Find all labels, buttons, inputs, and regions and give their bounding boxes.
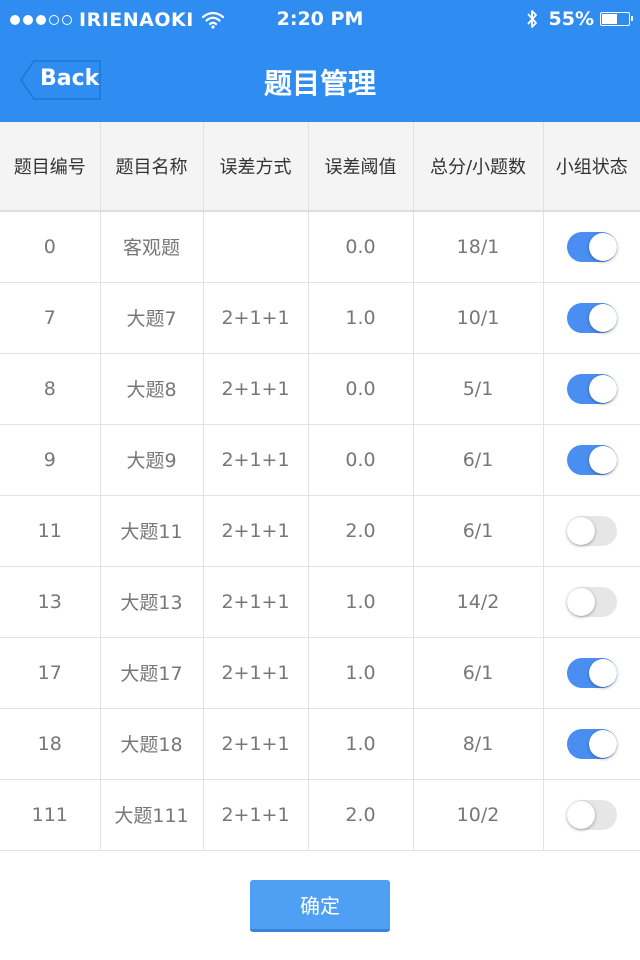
table-row: 18 大题18 2+1+1 1.0 8/1 — [0, 708, 640, 780]
cell-score-count: 10/2 — [413, 779, 544, 851]
cell-error-threshold: 1.0 — [308, 566, 414, 638]
table-row: 7 大题7 2+1+1 1.0 10/1 — [0, 282, 640, 354]
toggle-knob — [566, 800, 595, 829]
cell-group-status — [543, 637, 640, 709]
cell-score-count: 6/1 — [413, 424, 544, 496]
cell-question-name: 客观题 — [100, 211, 204, 283]
toggle-knob — [588, 374, 617, 403]
cell-group-status — [543, 424, 640, 496]
group-status-toggle[interactable] — [566, 302, 617, 333]
cell-question-name: 大题9 — [100, 424, 204, 496]
toggle-knob — [588, 658, 617, 687]
table-row: 0 客观题 0.0 18/1 — [0, 211, 640, 283]
cell-error-threshold: 1.0 — [308, 708, 414, 780]
cell-question-id: 13 — [0, 566, 101, 638]
table-row: 13 大题13 2+1+1 1.0 14/2 — [0, 566, 640, 638]
cell-error-threshold: 0.0 — [308, 353, 414, 425]
cell-error-threshold: 0.0 — [308, 424, 414, 496]
header-question-name: 题目名称 — [100, 122, 204, 212]
cell-score-count: 6/1 — [413, 637, 544, 709]
toggle-knob — [588, 729, 617, 758]
cell-error-mode: 2+1+1 — [203, 353, 309, 425]
cell-group-status — [543, 353, 640, 425]
cell-error-threshold: 2.0 — [308, 495, 414, 567]
cell-question-id: 0 — [0, 211, 101, 283]
battery-percent: 55% — [548, 8, 594, 30]
cell-question-name: 大题8 — [100, 353, 204, 425]
question-table: 题目编号 题目名称 误差方式 误差阈值 总分/小题数 小组状态 0 客观题 0.0 1… — [0, 122, 640, 851]
bluetooth-icon — [526, 10, 537, 28]
table-header-row: 题目编号 题目名称 误差方式 误差阈值 总分/小题数 小组状态 — [0, 122, 640, 212]
cell-error-mode: 2+1+1 — [203, 282, 309, 354]
battery-group: 55% — [525, 8, 633, 30]
cell-group-status — [543, 282, 640, 354]
cell-question-id: 7 — [0, 282, 101, 354]
cell-error-mode: 2+1+1 — [203, 779, 309, 851]
group-status-toggle[interactable] — [566, 444, 617, 475]
table-row: 8 大题8 2+1+1 0.0 5/1 — [0, 353, 640, 425]
battery-icon — [600, 12, 633, 26]
cell-question-id: 111 — [0, 779, 101, 851]
cell-question-name: 大题7 — [100, 282, 204, 354]
group-status-toggle[interactable] — [566, 657, 617, 688]
cell-group-status — [543, 566, 640, 638]
status-bar: IRIENAOKI 2:20 PM 55% — [0, 0, 640, 40]
cell-question-id: 8 — [0, 353, 101, 425]
cell-score-count: 10/1 — [413, 282, 544, 354]
header-group-status: 小组状态 — [543, 122, 640, 212]
cell-question-id: 17 — [0, 637, 101, 709]
cell-error-mode: 2+1+1 — [203, 566, 309, 638]
cell-error-threshold: 0.0 — [308, 211, 414, 283]
confirm-button[interactable]: 确定 — [250, 880, 390, 932]
header-score-count: 总分/小题数 — [413, 122, 544, 212]
battery-fill — [602, 14, 618, 24]
toggle-knob — [566, 516, 595, 545]
cell-question-name: 大题11 — [100, 495, 204, 567]
group-status-toggle[interactable] — [566, 586, 617, 617]
cell-error-mode: 2+1+1 — [203, 708, 309, 780]
group-status-toggle[interactable] — [566, 515, 617, 546]
page-title: 题目管理 — [263, 67, 376, 100]
cell-question-name: 大题17 — [100, 637, 204, 709]
cell-score-count: 14/2 — [413, 566, 544, 638]
toggle-knob — [566, 587, 595, 616]
cell-error-mode — [203, 211, 309, 283]
table-row: 17 大题17 2+1+1 1.0 6/1 — [0, 637, 640, 709]
header-error-mode: 误差方式 — [203, 122, 309, 212]
cell-question-id: 11 — [0, 495, 101, 567]
toggle-knob — [588, 232, 617, 261]
group-status-toggle[interactable] — [566, 373, 617, 404]
cell-error-mode: 2+1+1 — [203, 495, 309, 567]
cell-group-status — [543, 495, 640, 567]
table-row: 11 大题11 2+1+1 2.0 6/1 — [0, 495, 640, 567]
cell-error-threshold: 2.0 — [308, 779, 414, 851]
group-status-toggle[interactable] — [566, 231, 617, 262]
cell-error-mode: 2+1+1 — [203, 424, 309, 496]
table-row: 9 大题9 2+1+1 0.0 6/1 — [0, 424, 640, 496]
toggle-knob — [588, 303, 617, 332]
cell-error-threshold: 1.0 — [308, 637, 414, 709]
cell-score-count: 5/1 — [413, 353, 544, 425]
header-error-threshold: 误差阈值 — [308, 122, 414, 212]
cell-error-threshold: 1.0 — [308, 282, 414, 354]
cell-question-name: 大题18 — [100, 708, 204, 780]
cell-error-mode: 2+1+1 — [203, 637, 309, 709]
cell-question-id: 9 — [0, 424, 101, 496]
toggle-knob — [588, 445, 617, 474]
cell-question-name: 大题111 — [100, 779, 204, 851]
cell-question-name: 大题13 — [100, 566, 204, 638]
cell-score-count: 6/1 — [413, 495, 544, 567]
group-status-toggle[interactable] — [566, 728, 617, 759]
cell-group-status — [543, 211, 640, 283]
table-row: 111 大题111 2+1+1 2.0 10/2 — [0, 779, 640, 851]
nav-bar: Back 题目管理 — [0, 40, 640, 122]
group-status-toggle[interactable] — [566, 799, 617, 830]
cell-question-id: 18 — [0, 708, 101, 780]
cell-score-count: 8/1 — [413, 708, 544, 780]
cell-group-status — [543, 708, 640, 780]
cell-group-status — [543, 779, 640, 851]
header-question-id: 题目编号 — [0, 122, 101, 212]
cell-score-count: 18/1 — [413, 211, 544, 283]
